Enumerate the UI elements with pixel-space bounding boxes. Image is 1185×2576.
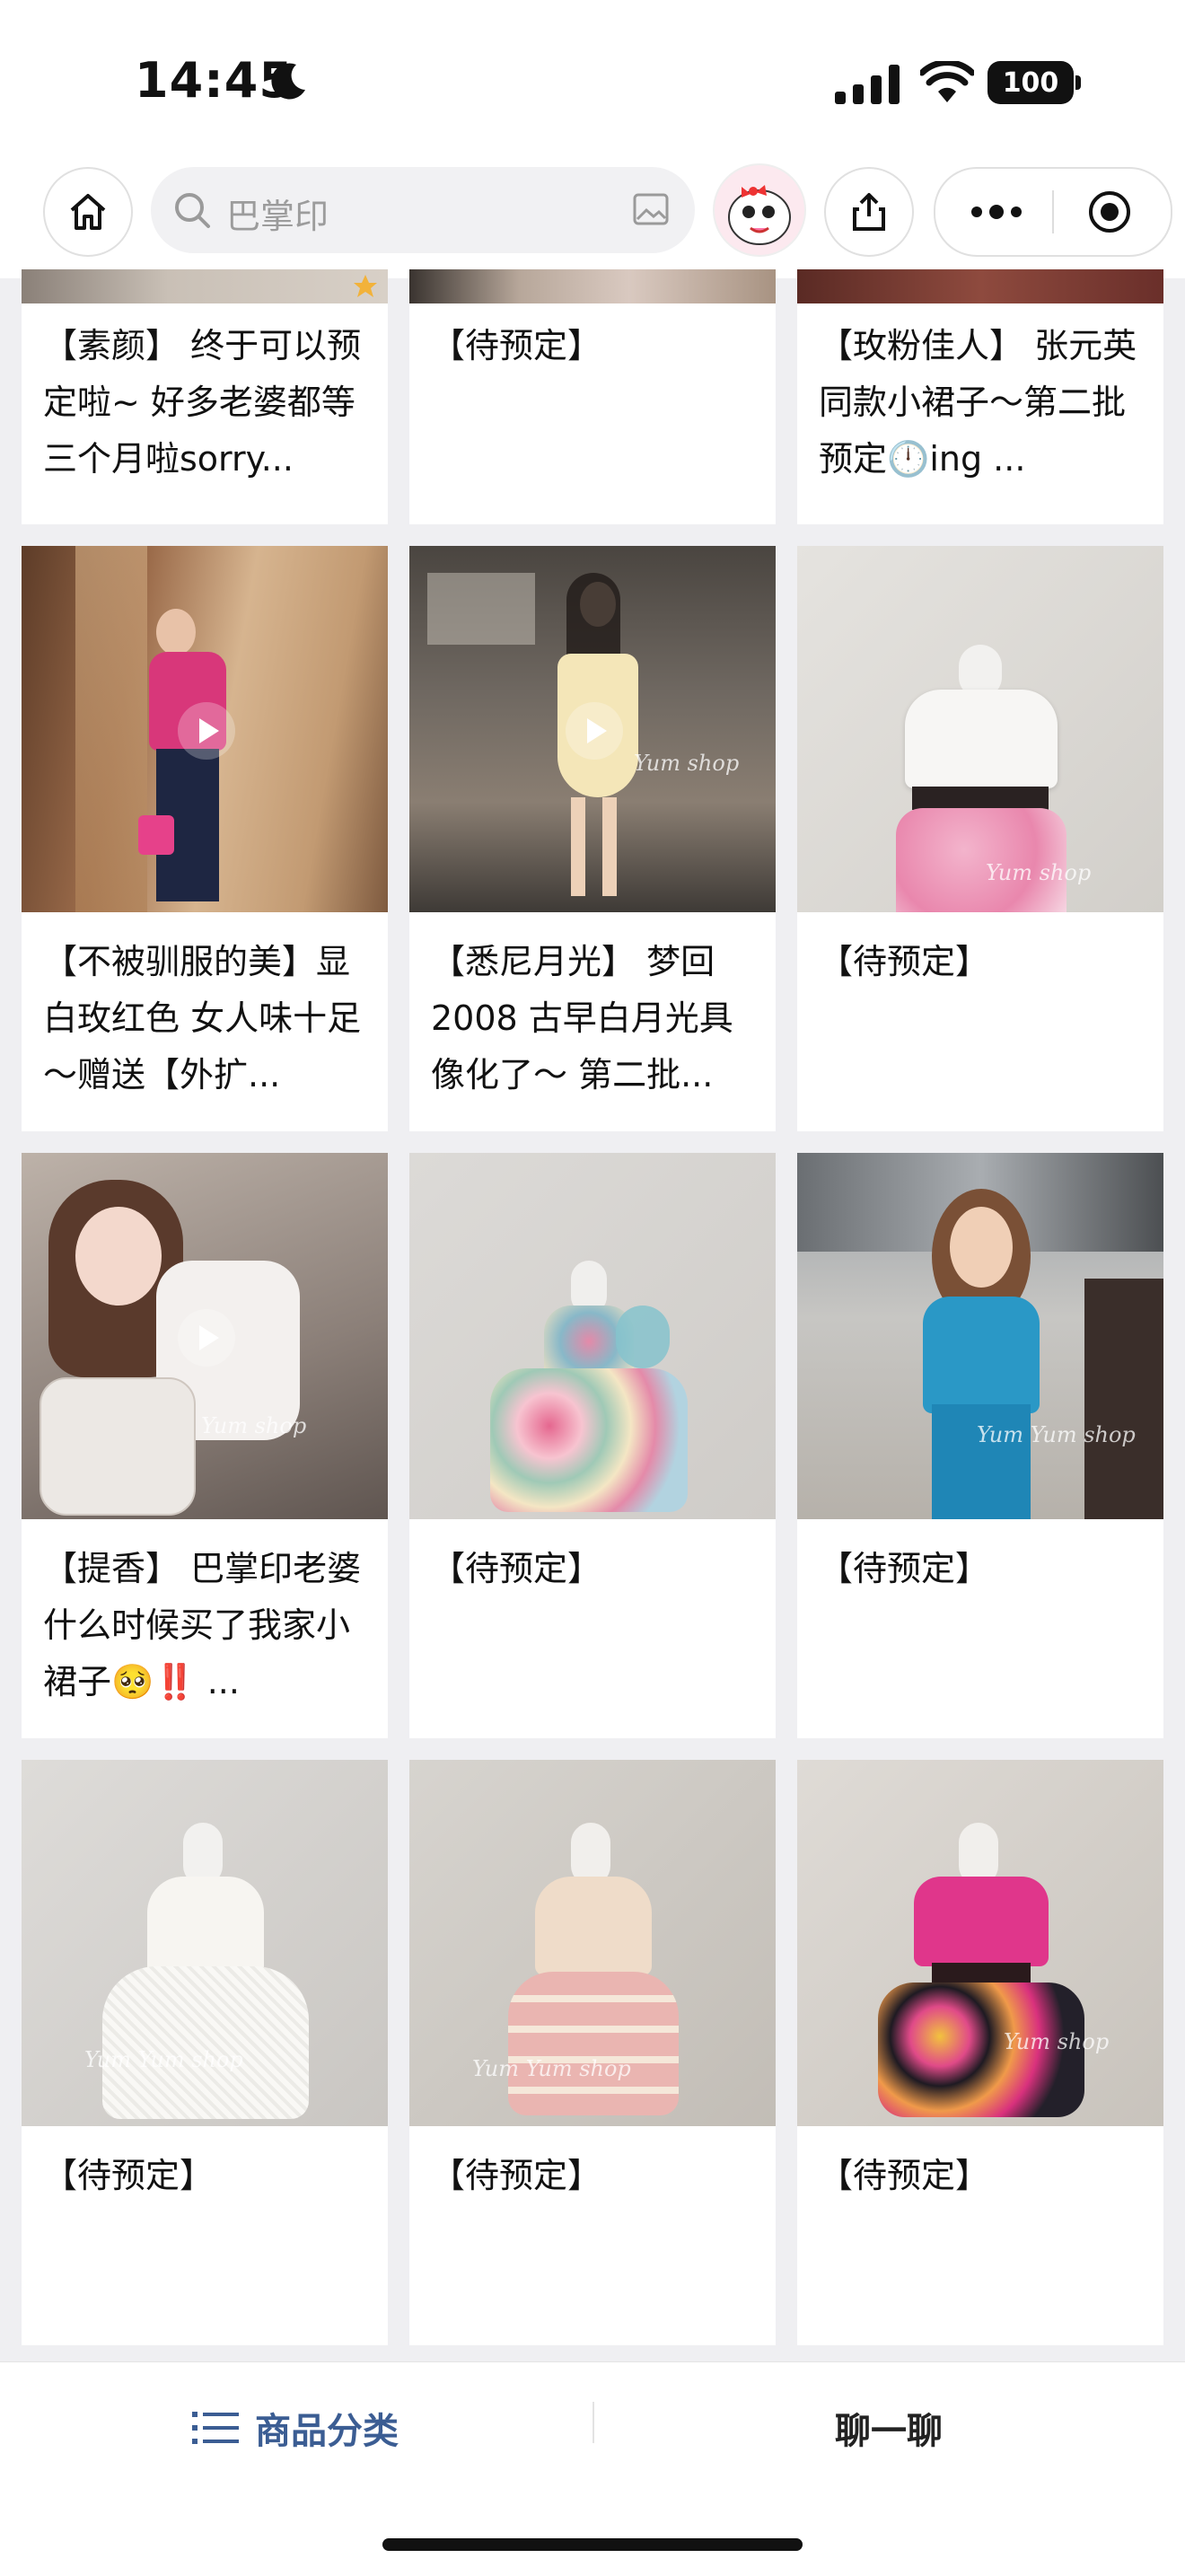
- product-image: Yum Yum shop: [409, 1760, 776, 2126]
- product-title: 【待预定】: [819, 1549, 990, 1588]
- capsule-divider: [1052, 190, 1054, 233]
- home-icon: [70, 194, 106, 230]
- more-icon[interactable]: [968, 194, 1025, 230]
- product-title: 【待预定】: [819, 2156, 990, 2195]
- battery-level: 100: [1002, 66, 1059, 99]
- share-button[interactable]: [824, 167, 914, 257]
- image-search-icon[interactable]: [632, 190, 670, 228]
- product-image: Yum Yum shop: [797, 1153, 1163, 1519]
- chat-tab[interactable]: 聊一聊: [835, 2402, 943, 2454]
- wifi-icon: [920, 61, 974, 102]
- cartoon-avatar-icon: [728, 185, 791, 245]
- video-play-icon: [178, 702, 235, 760]
- video-play-icon: [566, 702, 623, 760]
- top-bar: 巴掌印: [0, 144, 1185, 278]
- shop-avatar[interactable]: [713, 163, 806, 257]
- product-image: Yum shop: [797, 1760, 1163, 2126]
- product-card[interactable]: Yum Yum shop 【待预定】: [409, 1760, 776, 2345]
- product-card[interactable]: Yum Yum shop 【待预定】: [797, 1153, 1163, 1738]
- product-card[interactable]: 【素颜】 终于可以预定啦~ 好多老婆都等三个月啦sorry...: [22, 269, 388, 524]
- product-title: 【待预定】: [431, 1549, 602, 1588]
- product-image: [22, 269, 388, 303]
- search-icon: [175, 193, 210, 228]
- home-button[interactable]: [43, 167, 133, 257]
- product-image: [409, 1153, 776, 1519]
- product-title: 【提香】 巴掌印老婆什么时候买了我家小裙子🥺‼️ ...: [43, 1549, 362, 1701]
- bottom-divider: [592, 2402, 594, 2443]
- search-box[interactable]: 巴掌印: [151, 167, 695, 253]
- cellular-signal-icon: [835, 65, 900, 104]
- product-title: 【不被驯服的美】显白玫红色 女人味十足～赠送【外扩...: [43, 942, 362, 1095]
- product-title: 【悉尼月光】 梦回2008 古早白月光具像化了～ 第二批...: [431, 942, 733, 1095]
- product-title: 【待预定】: [43, 2156, 215, 2195]
- product-grid: 【素颜】 终于可以预定啦~ 好多老婆都等三个月啦sorry... 【待预定】 【…: [0, 269, 1185, 2361]
- product-image: Yum shop: [409, 546, 776, 912]
- product-title: 【待预定】: [431, 326, 602, 365]
- product-card[interactable]: 【玫粉佳人】 张元英同款小裙子～第二批预定🕛ing ...: [797, 269, 1163, 524]
- product-title: 【素颜】 终于可以预定啦~ 好多老婆都等三个月啦sorry...: [43, 326, 362, 479]
- search-placeholder: 巴掌印: [226, 197, 329, 236]
- product-card[interactable]: 【不被驯服的美】显白玫红色 女人味十足～赠送【外扩...: [22, 546, 388, 1131]
- category-label: 商品分类: [255, 2411, 399, 2452]
- product-title: 【待预定】: [819, 942, 990, 981]
- video-play-icon: [178, 1309, 235, 1367]
- bottom-bar: 商品分类 聊一聊: [0, 2361, 1185, 2576]
- product-card[interactable]: 【待预定】: [409, 269, 776, 524]
- product-image: Yum Yum shop: [22, 1760, 388, 2126]
- status-bar: 14:45 100: [0, 0, 1185, 144]
- moon-icon: [271, 63, 305, 100]
- share-icon: [853, 193, 885, 231]
- product-card[interactable]: Yum shop 【提香】 巴掌印老婆什么时候买了我家小裙子🥺‼️ ...: [22, 1153, 388, 1738]
- mini-program-capsule: [934, 167, 1172, 257]
- product-card[interactable]: Yum Yum shop 【待预定】: [22, 1760, 388, 2345]
- product-title: 【玫粉佳人】 张元英同款小裙子～第二批预定🕛ing ...: [819, 326, 1137, 479]
- list-icon: [192, 2412, 239, 2444]
- product-image: [22, 546, 388, 912]
- product-image: [409, 269, 776, 303]
- product-card[interactable]: Yum shop 【待预定】: [797, 1760, 1163, 2345]
- product-image: Yum shop: [797, 546, 1163, 912]
- product-image: Yum shop: [22, 1153, 388, 1519]
- category-tab[interactable]: 商品分类: [192, 2402, 399, 2454]
- star-icon: [354, 275, 377, 297]
- battery-indicator: 100: [988, 61, 1081, 104]
- product-image: [797, 269, 1163, 303]
- product-card[interactable]: Yum shop 【悉尼月光】 梦回2008 古早白月光具像化了～ 第二批...: [409, 546, 776, 1131]
- product-card[interactable]: Yum shop 【待预定】: [797, 546, 1163, 1131]
- product-title: 【待预定】: [431, 2156, 602, 2195]
- product-card[interactable]: 【待预定】: [409, 1153, 776, 1738]
- close-program-icon[interactable]: [1086, 189, 1133, 235]
- home-indicator: [382, 2538, 803, 2551]
